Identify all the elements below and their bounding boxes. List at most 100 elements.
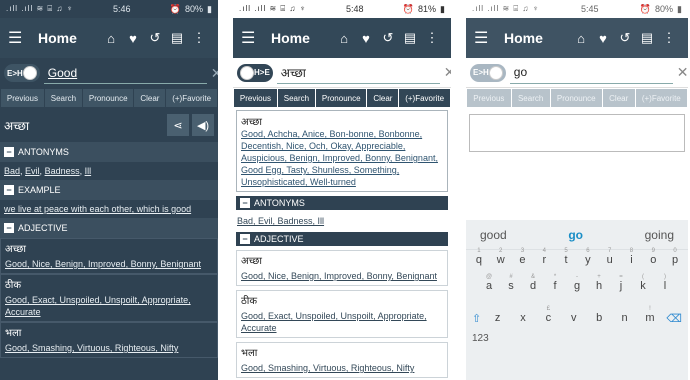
entry-links-text[interactable]: Good, Smashing, Virtuous, Righteous, Nif…: [241, 363, 414, 373]
meaning-links-text[interactable]: Good, Achcha, Anice, Bon-bonne, Bonbonne…: [241, 129, 438, 187]
entry-links-text[interactable]: Good, Exact, Unspoiled, Unspoilt, Approp…: [5, 295, 191, 317]
key-f[interactable]: * f: [546, 274, 564, 292]
share-icon[interactable]: ⋖: [167, 114, 189, 136]
link-item[interactable]: Badness: [45, 166, 80, 176]
favorite-button[interactable]: (+)Favorite: [399, 89, 450, 107]
language-toggle[interactable]: E>H: [4, 64, 40, 82]
key-p[interactable]: 0p: [666, 248, 684, 266]
key-u[interactable]: 7u: [601, 248, 619, 266]
clipboard-icon[interactable]: ▤: [636, 30, 658, 46]
key-s[interactable]: # s: [502, 274, 520, 292]
key-q[interactable]: 1q: [470, 248, 488, 266]
key-x[interactable]: x: [514, 312, 532, 325]
search-input[interactable]: [276, 61, 440, 84]
previous-button[interactable]: Previous: [1, 89, 44, 107]
key-i[interactable]: 8i: [622, 248, 640, 266]
clear-button[interactable]: Clear: [134, 89, 166, 107]
shift-icon[interactable]: ⇧: [472, 312, 481, 325]
more-options-icon[interactable]: ⋮: [421, 30, 443, 46]
key-y[interactable]: 6y: [579, 248, 597, 266]
search-input[interactable]: [509, 61, 673, 84]
entry-links-text[interactable]: Good, Exact, Unspoiled, Unspoilt, Approp…: [241, 311, 427, 333]
home-icon[interactable]: ⌂: [570, 31, 592, 46]
entry-links-text[interactable]: Good, Nice, Benign, Improved, Bonny, Ben…: [241, 271, 437, 281]
entry-links: Good, Smashing, Virtuous, Righteous, Nif…: [237, 359, 447, 377]
pronounce-button[interactable]: Pronounce: [82, 89, 134, 107]
key-h[interactable]: + h: [590, 274, 608, 292]
heart-icon[interactable]: ♥: [355, 31, 377, 46]
history-icon[interactable]: ↺: [144, 30, 166, 46]
history-icon[interactable]: ↺: [377, 30, 399, 46]
search-input[interactable]: [43, 62, 207, 84]
backspace-icon[interactable]: ⌫: [666, 312, 682, 325]
key-k[interactable]: (k: [634, 274, 652, 292]
clipboard-icon[interactable]: ▤: [399, 30, 421, 46]
antonyms-header[interactable]: − ANTONYMS: [0, 142, 218, 162]
key-c[interactable]: £ c: [539, 306, 557, 325]
entry-links-text[interactable]: Good, Smashing, Virtuous, Righteous, Nif…: [5, 343, 178, 353]
antonyms-header[interactable]: − ANTONYMS: [236, 196, 448, 210]
key-d[interactable]: & d: [524, 274, 542, 292]
search-button[interactable]: Search: [277, 89, 315, 107]
example-sentence[interactable]: we live at peace with each other, which …: [4, 204, 191, 214]
key-label: n: [621, 312, 628, 324]
heart-icon[interactable]: ♥: [592, 31, 614, 46]
key-t[interactable]: 5t: [557, 248, 575, 266]
pronounce-button[interactable]: Pronounce: [550, 89, 602, 107]
clear-input-icon[interactable]: ✕: [444, 64, 451, 81]
key-l[interactable]: ) l: [656, 274, 674, 292]
clear-button[interactable]: Clear: [367, 89, 399, 107]
language-toggle[interactable]: E>H: [470, 63, 506, 82]
key-b[interactable]: b: [590, 312, 608, 325]
search-button[interactable]: Search: [511, 89, 550, 107]
link-item[interactable]: Evil: [25, 166, 40, 176]
speaker-icon[interactable]: ◀): [192, 114, 214, 136]
search-button[interactable]: Search: [44, 89, 82, 107]
key-o[interactable]: 9o: [644, 248, 662, 266]
heart-icon[interactable]: ♥: [122, 31, 144, 46]
key-e[interactable]: 3e: [513, 248, 531, 266]
home-icon[interactable]: ⌂: [100, 31, 122, 46]
hamburger-menu-icon[interactable]: ☰: [241, 28, 265, 48]
key-n[interactable]: n: [616, 312, 634, 325]
key-sub: *: [553, 274, 557, 280]
link-item[interactable]: Bad: [4, 166, 20, 176]
link-item[interactable]: Ill: [85, 166, 92, 176]
clear-button[interactable]: Clear: [602, 89, 635, 107]
key-123[interactable]: 123: [466, 325, 688, 344]
hamburger-menu-icon[interactable]: ☰: [474, 28, 498, 48]
suggestion-left[interactable]: good: [480, 228, 507, 242]
previous-button[interactable]: Previous: [234, 89, 277, 107]
more-options-icon[interactable]: ⋮: [188, 30, 210, 46]
home-icon[interactable]: ⌂: [333, 31, 355, 46]
key-g[interactable]: -g: [568, 274, 586, 292]
adjective-header[interactable]: − ADJECTIVE: [0, 218, 218, 238]
clear-input-icon[interactable]: ✕: [677, 64, 688, 81]
key-w[interactable]: 2w: [492, 248, 510, 266]
key-m[interactable]: ! m: [641, 306, 659, 325]
language-toggle[interactable]: H>E: [237, 63, 273, 82]
key-r[interactable]: 4r: [535, 248, 553, 266]
key-a[interactable]: @ a: [480, 274, 498, 292]
key-z[interactable]: z: [489, 312, 507, 325]
entry-links-text[interactable]: Good, Nice, Benign, Improved, Bonny, Ben…: [5, 259, 201, 269]
clipboard-icon[interactable]: ▤: [166, 30, 188, 46]
history-icon[interactable]: ↺: [614, 30, 636, 46]
suggestion-right[interactable]: going: [645, 228, 674, 242]
hamburger-menu-icon[interactable]: ☰: [8, 28, 32, 48]
key-v[interactable]: v: [565, 312, 583, 325]
adjective-header[interactable]: − ADJECTIVE: [236, 232, 448, 246]
antonyms-text[interactable]: Bad, Evil, Badness, Ill: [237, 216, 324, 226]
action-buttons: Previous Search Pronounce Clear (+)Favor…: [0, 88, 218, 108]
suggestion-center[interactable]: go: [568, 228, 583, 242]
clear-input-icon[interactable]: ✕: [211, 65, 218, 82]
previous-button[interactable]: Previous: [467, 89, 511, 107]
favorite-button[interactable]: (+)Favorite: [166, 89, 217, 107]
entry-word: ठीक: [5, 280, 22, 291]
example-header[interactable]: − EXAMPLE: [0, 180, 218, 200]
pronounce-button[interactable]: Pronounce: [315, 89, 367, 107]
result-box-empty: [469, 114, 685, 152]
favorite-button[interactable]: (+)Favorite: [635, 89, 688, 107]
more-options-icon[interactable]: ⋮: [658, 30, 680, 46]
key-j[interactable]: = j: [612, 274, 630, 292]
